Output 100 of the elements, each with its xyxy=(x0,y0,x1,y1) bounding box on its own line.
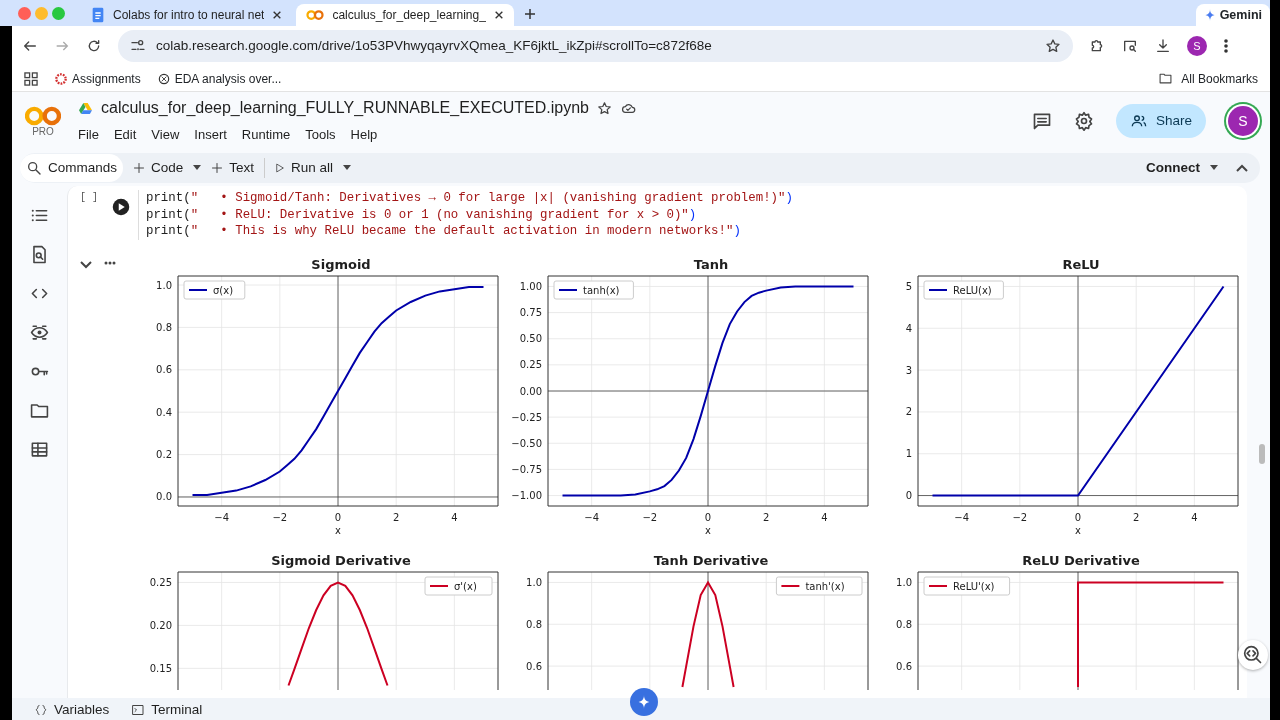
tick-label: 0 xyxy=(704,511,712,523)
menu-item[interactable]: Runtime xyxy=(241,127,291,142)
tick-label: 2 xyxy=(905,405,912,417)
legend: σ(x) xyxy=(183,280,246,299)
chart-title: Sigmoid xyxy=(310,256,372,273)
comment-icon[interactable] xyxy=(1032,111,1052,131)
tick-label: 4 xyxy=(905,322,912,334)
tick-label: 2 xyxy=(393,511,400,523)
tick-label: −0.25 xyxy=(511,411,542,423)
add-code-button[interactable]: Code xyxy=(127,155,190,181)
download-icon[interactable] xyxy=(1155,38,1171,54)
run-all-button[interactable]: Run all xyxy=(269,155,340,181)
settings-icon[interactable] xyxy=(1074,111,1094,131)
legend-label: tanh(x) xyxy=(583,284,620,295)
code-line: print(" • Sigmoid/Tanh: Derivatives → 0 for large |x| (vanishing gradient problem!)") xyxy=(146,190,793,207)
terminal-button[interactable]: Terminal xyxy=(131,699,203,720)
menu-item[interactable]: Insert xyxy=(194,127,227,142)
tick-label: 1 xyxy=(905,447,912,459)
legend-label: σ(x) xyxy=(213,284,234,295)
axis-label: x xyxy=(335,524,341,536)
menu-item[interactable]: View xyxy=(151,127,180,142)
window-control-dot[interactable] xyxy=(35,7,48,20)
tick-label: 0.0 xyxy=(156,490,172,502)
legend-label: ReLU(x) xyxy=(953,284,992,295)
new-tab-icon[interactable] xyxy=(523,8,536,20)
notebook-title[interactable]: calculus_for_deep_learning_FULLY_RUNNABLE_EXECUTED.ipynb xyxy=(101,96,589,120)
chart-title: Sigmoid Derivative xyxy=(270,552,412,569)
tick-label: 0.8 xyxy=(896,618,912,630)
code-line: print(" • This is why ReLU became the default activation in modern networks!") xyxy=(146,223,742,240)
tab-title: Colabs for intro to neural net xyxy=(113,7,265,24)
more-icon[interactable] xyxy=(104,260,116,265)
table-icon[interactable] xyxy=(30,440,49,459)
tick-label: 1.0 xyxy=(526,576,542,588)
dropdown-caret-icon[interactable] xyxy=(343,165,352,171)
browser-tab[interactable]: Colabs for intro to neural net xyxy=(81,4,293,26)
reload-icon[interactable] xyxy=(86,38,102,54)
chevron-down-icon[interactable] xyxy=(80,260,92,269)
sparkle-icon xyxy=(637,695,651,709)
address-bar[interactable]: colab.research.google.com/drive/1o53PVhwyqayrvXQmea_KF6jktL_ikZpi#scrollTo=c872f68e xyxy=(118,30,1073,62)
profile-avatar[interactable]: S xyxy=(1187,36,1207,56)
gemini-button[interactable]: Gemini xyxy=(1195,4,1270,26)
add-text-button[interactable]: Text xyxy=(205,155,261,181)
tick-label: −0.50 xyxy=(511,437,542,449)
tick-label: −4 xyxy=(584,511,599,523)
tick-label: 0.25 xyxy=(519,358,542,370)
chart-title: Tanh Derivative xyxy=(652,552,770,569)
chart-title: Tanh xyxy=(692,256,730,273)
menu-item[interactable]: File xyxy=(78,127,99,142)
eye-icon[interactable] xyxy=(30,323,49,342)
star-icon[interactable] xyxy=(596,100,612,116)
apps-grid-icon[interactable] xyxy=(24,71,38,86)
commands-button[interactable]: Commands xyxy=(20,154,124,182)
execution-count: [ ] xyxy=(80,191,99,205)
connect-button[interactable]: Connect xyxy=(1140,155,1206,181)
back-arrow-icon[interactable] xyxy=(22,38,38,54)
tick-label: 0.8 xyxy=(526,618,542,630)
share-button[interactable]: Share xyxy=(1116,104,1206,138)
collapse-icon[interactable] xyxy=(1236,164,1248,172)
tick-label: −0.75 xyxy=(511,463,542,475)
tick-label: 0 xyxy=(905,489,912,501)
tick-label: −1.00 xyxy=(511,489,542,501)
legend-label: tanh'(x) xyxy=(805,580,845,591)
more-options-icon[interactable] xyxy=(1223,38,1229,54)
tab-search-icon[interactable] xyxy=(1121,38,1139,54)
browser-tab[interactable]: calculus_for_deep_learning_ xyxy=(296,4,514,26)
dropdown-caret-icon[interactable] xyxy=(193,165,202,171)
close-icon[interactable] xyxy=(272,10,283,20)
tick-label: 0.4 xyxy=(156,406,172,418)
bookmark-link[interactable]: EDA analysis over... xyxy=(156,69,282,88)
chart-title: ReLU xyxy=(1061,256,1101,273)
window-control-dot[interactable] xyxy=(18,7,31,20)
menu-item[interactable]: Tools xyxy=(305,127,336,142)
puzzle-icon[interactable] xyxy=(1089,38,1105,54)
colab-logo-icon xyxy=(25,105,61,127)
tick-label: −2 xyxy=(272,511,288,523)
tick-label: −2 xyxy=(1012,511,1028,523)
run-cell-button[interactable] xyxy=(112,198,130,216)
axis-label: x xyxy=(705,524,711,536)
find-icon[interactable] xyxy=(30,245,49,264)
tick-label: 2 xyxy=(763,511,770,523)
legend: ReLU(x) xyxy=(923,280,1004,299)
account-avatar[interactable]: S xyxy=(1228,106,1258,136)
folder-icon[interactable] xyxy=(30,401,49,420)
tick-label: 0.2 xyxy=(156,448,172,460)
close-icon[interactable] xyxy=(493,10,504,20)
variables-button[interactable]: Variables xyxy=(34,699,110,720)
menu-item[interactable]: Help xyxy=(350,127,378,142)
scrollbar-thumb[interactable] xyxy=(1259,444,1265,464)
dropdown-caret-icon[interactable] xyxy=(1210,165,1218,171)
braces-icon xyxy=(34,703,48,716)
gemini-fab[interactable] xyxy=(630,688,658,716)
bookmark-link[interactable]: Assignments xyxy=(54,69,141,88)
ring-icon xyxy=(54,71,68,86)
star-icon[interactable] xyxy=(1045,38,1061,54)
menu-item[interactable]: Edit xyxy=(113,127,137,142)
window-control-dot[interactable] xyxy=(52,7,65,20)
bookmarks-folder-link[interactable]: All Bookmarks xyxy=(1158,69,1258,88)
tick-label: 0.8 xyxy=(156,321,172,333)
people-icon xyxy=(1130,113,1148,129)
tick-label: 0.6 xyxy=(896,660,912,672)
